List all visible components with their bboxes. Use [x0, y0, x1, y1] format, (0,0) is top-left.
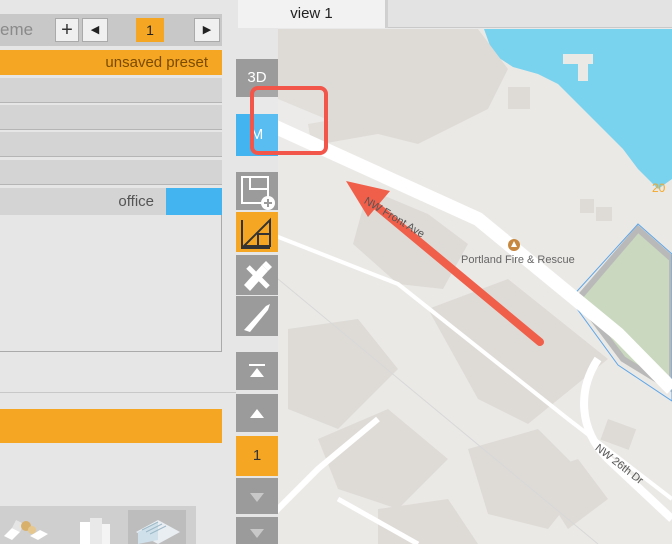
knife-icon: [244, 304, 270, 332]
set-square-icon: [241, 217, 271, 249]
app-root: eme + ◀ 1 ▶ unsaved preset office 3D M 1…: [0, 0, 672, 544]
add-button[interactable]: +: [55, 18, 79, 42]
triangle-tool-button[interactable]: [236, 212, 278, 252]
thumbnail-strip: [0, 506, 196, 544]
view-tabs: view 1: [238, 0, 672, 28]
knife-tool-button[interactable]: [236, 296, 278, 336]
property-row[interactable]: [0, 105, 222, 130]
property-row[interactable]: [0, 132, 222, 157]
highlight-box: [250, 86, 328, 155]
next-button[interactable]: ▶: [194, 18, 220, 42]
vertical-toolbar: 3D M 1: [236, 0, 278, 544]
office-color-swatch[interactable]: [166, 188, 222, 215]
page-number: 1: [136, 18, 164, 42]
double-down-icon: [250, 529, 264, 538]
page-number-button[interactable]: 1: [236, 436, 278, 476]
thumbnail-glass-building[interactable]: [128, 510, 186, 544]
last-page-button[interactable]: [236, 517, 278, 544]
pencil-tool-button[interactable]: [236, 255, 278, 295]
left-panel: eme + ◀ 1 ▶ unsaved preset office: [0, 0, 236, 544]
prev-button[interactable]: ◀: [82, 18, 108, 42]
thumbnail-residential[interactable]: [0, 510, 58, 544]
property-row[interactable]: [0, 160, 222, 185]
draw-lot-button[interactable]: [236, 172, 278, 210]
building-number-label: 20: [652, 181, 666, 195]
map-view[interactable]: NW Front Ave Portland Fire & Rescue NW 2…: [278, 29, 672, 544]
add-shape-icon: [241, 176, 275, 210]
tab-divider: [386, 0, 388, 28]
poi-label: Portland Fire & Rescue: [461, 254, 575, 266]
property-row[interactable]: [0, 78, 222, 103]
section-bar[interactable]: [0, 409, 222, 443]
office-label: office: [118, 193, 154, 210]
next-page-button[interactable]: [236, 478, 278, 514]
first-page-button[interactable]: [236, 352, 278, 390]
chevron-down-icon: [250, 493, 264, 502]
pencil-ruler-icon: [244, 261, 272, 291]
chevron-up-icon: [250, 409, 264, 418]
preset-bar[interactable]: unsaved preset: [0, 50, 222, 75]
tab-view-1[interactable]: view 1: [238, 0, 386, 28]
double-up-icon: [249, 364, 265, 377]
office-row[interactable]: office: [0, 188, 222, 215]
content-box: [0, 215, 222, 352]
scheme-label: eme: [0, 20, 34, 39]
scheme-toolbar: eme + ◀ 1 ▶: [0, 14, 222, 46]
previous-page-button[interactable]: [236, 394, 278, 432]
thumbnail-office[interactable]: [66, 510, 124, 544]
divider: [0, 392, 236, 393]
